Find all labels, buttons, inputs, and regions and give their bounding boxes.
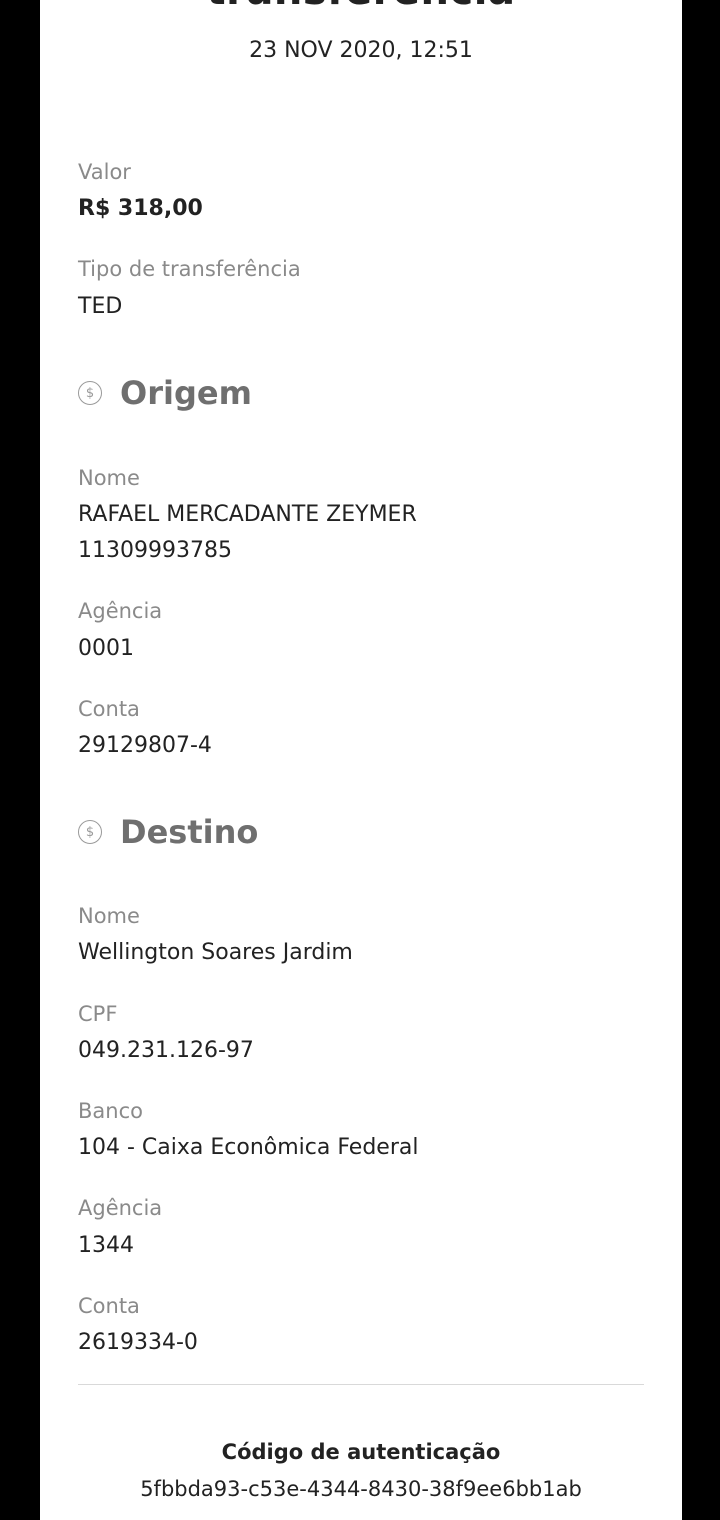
destino-cpf-label: CPF [78,1002,118,1026]
dollar-circle-icon: $ [78,381,102,405]
origem-documento-value: 11309993785 [78,538,232,563]
destino-banco-value: 104 - Caixa Econômica Federal [78,1135,419,1160]
receipt-date: 23 NOV 2020, 12:51 [249,38,473,63]
section-destino: $ Destino [78,813,258,851]
divider [78,1384,644,1385]
valor-label: Valor [78,160,131,184]
destino-cpf-value: 049.231.126-97 [78,1038,254,1063]
receipt-title: transferência [40,0,682,14]
tipo-value: TED [78,294,123,319]
origem-agencia-label: Agência [78,599,163,623]
destino-agencia-label: Agência [78,1196,163,1220]
origem-conta-label: Conta [78,697,140,721]
destino-nome-label: Nome [78,904,140,928]
section-origem-title: Origem [120,374,252,412]
tipo-label: Tipo de transferência [78,257,301,281]
section-destino-title: Destino [120,813,259,851]
origem-nome-value: RAFAEL MERCADANTE ZEYMER [78,502,417,527]
dollar-circle-icon: $ [78,820,102,844]
receipt-page: transferência 23 NOV 2020, 12:51 Valor R… [40,0,682,1520]
valor-value: R$ 318,00 [78,196,203,221]
destino-banco-label: Banco [78,1099,143,1123]
origem-nome-label: Nome [78,466,140,490]
destino-conta-label: Conta [78,1294,140,1318]
destino-agencia-value: 1344 [78,1233,134,1258]
auth-code-label: Código de autenticação [221,1440,501,1464]
destino-conta-value: 2619334-0 [78,1330,198,1355]
section-origem: $ Origem [78,374,252,412]
destino-nome-value: Wellington Soares Jardim [78,940,353,965]
auth-code-value[interactable]: 5fbbda93-c53e-4344-8430-38f9ee6bb1ab [100,1472,622,1506]
origem-agencia-value: 0001 [78,636,134,661]
origem-conta-value: 29129807-4 [78,733,212,758]
